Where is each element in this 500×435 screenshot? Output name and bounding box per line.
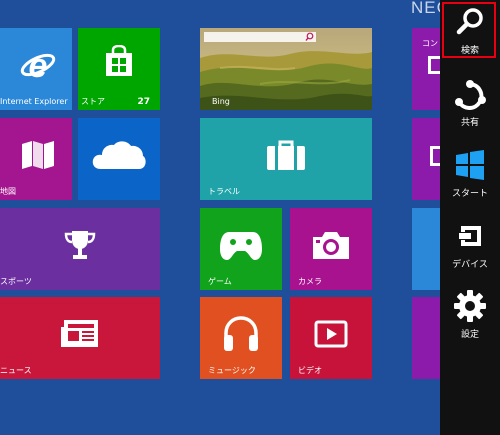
tile-label: スポーツ: [0, 277, 32, 286]
charm-share[interactable]: 共有: [440, 72, 500, 142]
charm-label: 共有: [460, 118, 479, 128]
charm-label: デバイス: [452, 260, 488, 270]
tile-label: ビデオ: [298, 366, 322, 375]
tile-label: ゲーム: [208, 277, 232, 286]
video-play-icon: [314, 320, 348, 348]
camera-icon: [311, 229, 351, 261]
tile-label: ミュージック: [208, 366, 256, 375]
charm-settings[interactable]: 設定: [440, 284, 500, 354]
charm-label: 設定: [460, 330, 479, 340]
store-update-count: 27: [137, 97, 150, 107]
suitcase-icon: [266, 139, 306, 171]
tile-label: ニュース: [0, 366, 32, 375]
tile-label: カメラ: [298, 277, 322, 286]
tile-games[interactable]: ゲーム: [200, 208, 282, 290]
share-icon: [454, 80, 486, 116]
charm-label: 検索: [460, 46, 479, 56]
windows-logo-icon: [455, 150, 485, 184]
tile-maps[interactable]: 地図: [0, 118, 72, 200]
tile-sports[interactable]: スポーツ: [0, 208, 160, 290]
search-icon: [455, 6, 485, 40]
start-screen: NEC e Internet Explorer 地図 スポーツ ニュース ストア…: [0, 0, 500, 435]
charm-start[interactable]: スタート: [440, 143, 500, 213]
store-bag-icon: [104, 44, 134, 77]
charm-search[interactable]: 検索: [440, 0, 500, 70]
gamepad-icon: [219, 229, 263, 261]
tile-internet-explorer[interactable]: e Internet Explorer: [0, 28, 72, 110]
search-icon: [305, 32, 314, 41]
tile-news[interactable]: ニュース: [0, 297, 160, 379]
gear-icon: [454, 290, 486, 326]
svg-text:e: e: [28, 47, 47, 83]
tile-label: Bing: [212, 97, 230, 106]
tile-bing[interactable]: Bing: [200, 28, 372, 110]
cloud-icon: [91, 139, 147, 171]
tile-label: ストア: [81, 97, 105, 106]
tile-skydrive[interactable]: [78, 118, 160, 200]
tile-video[interactable]: ビデオ: [290, 297, 372, 379]
tile-travel[interactable]: トラベル: [200, 118, 372, 200]
tile-store[interactable]: ストア 27: [78, 28, 160, 110]
charm-label: スタート: [451, 189, 488, 199]
tile-music[interactable]: ミュージック: [200, 297, 282, 379]
tile-label: トラベル: [208, 187, 240, 196]
tile-camera[interactable]: カメラ: [290, 208, 372, 290]
bing-search-box[interactable]: [204, 32, 316, 42]
headphones-icon: [222, 316, 260, 352]
internet-explorer-icon: e: [20, 47, 56, 83]
charms-bar: 検索 共有 スタート デバイス 設定: [440, 0, 500, 435]
newspaper-icon: [60, 319, 100, 349]
tile-label: Internet Explorer: [0, 97, 68, 106]
map-icon: [21, 140, 55, 170]
charm-devices[interactable]: デバイス: [440, 214, 500, 284]
tile-label: コン: [422, 39, 438, 48]
tile-label: 地図: [0, 187, 16, 196]
devices-icon: [455, 222, 485, 254]
trophy-icon: [63, 228, 97, 262]
